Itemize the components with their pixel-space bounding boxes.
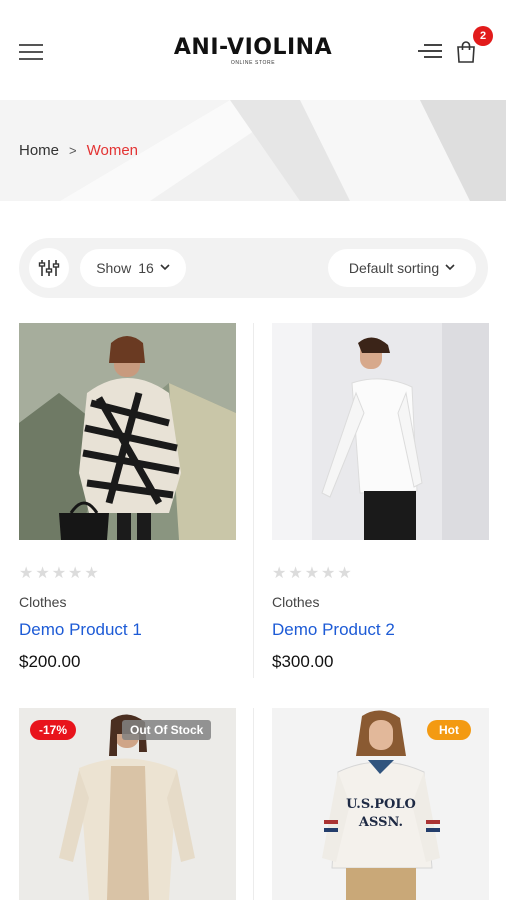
out-of-stock-badge: Out Of Stock: [122, 720, 212, 740]
show-per-page-select[interactable]: Show 16: [80, 249, 186, 287]
product-image[interactable]: -17% Out Of Stock: [19, 708, 236, 900]
svg-text:U.S.POLO: U.S.POLO: [346, 797, 416, 812]
product-card: U.S.POLO ASSN. Hot: [272, 708, 489, 900]
product-category[interactable]: Clothes: [272, 594, 489, 610]
breadcrumb: Home > Women: [19, 142, 138, 159]
product-name-link[interactable]: Demo Product 2: [272, 620, 489, 640]
product-price: $200.00: [19, 652, 81, 671]
product-card: -17% Out Of Stock: [19, 708, 236, 900]
grid-divider: [253, 323, 254, 678]
rating-stars: ★★★★★: [19, 565, 101, 582]
sort-select[interactable]: Default sorting: [328, 249, 476, 287]
product-name-link[interactable]: Demo Product 1: [19, 620, 236, 640]
product-image[interactable]: U.S.POLO ASSN. Hot: [272, 708, 489, 900]
breadcrumb-current: Women: [86, 142, 139, 159]
product-image[interactable]: [272, 323, 489, 540]
sort-label: Default sorting: [348, 260, 440, 276]
product-card: ★★★★★ Clothes Demo Product 1 $200.00: [19, 323, 236, 672]
chevron-right-icon: >: [69, 143, 77, 158]
chevron-down-icon: [160, 263, 170, 274]
product-price: $300.00: [272, 652, 334, 671]
hot-badge: Hot: [427, 720, 471, 740]
show-value: 16: [138, 260, 154, 276]
show-label: Show: [96, 260, 132, 276]
product-card: ★★★★★ Clothes Demo Product 2 $300.00: [272, 323, 489, 672]
sale-badge: -17%: [30, 720, 77, 740]
logo-tagline: ONLINE STORE: [230, 60, 276, 66]
shopping-bag-icon[interactable]: [456, 40, 476, 64]
svg-text:ASSN.: ASSN.: [358, 815, 403, 830]
breadcrumb-home-link[interactable]: Home: [19, 142, 59, 159]
shop-toolbar: Show 16 Default sorting: [19, 238, 488, 298]
filter-button[interactable]: [29, 248, 69, 288]
product-category[interactable]: Clothes: [19, 594, 236, 610]
lines-menu-icon[interactable]: [418, 44, 442, 60]
breadcrumb-banner: Home > Women: [0, 100, 506, 201]
site-header: ANI-VIOLINA ONLINE STORE 2: [0, 0, 506, 100]
sliders-filter-icon: [38, 260, 60, 276]
chevron-down-icon: [445, 263, 455, 274]
rating-stars: ★★★★★: [272, 565, 354, 582]
product-image[interactable]: [19, 323, 236, 540]
grid-divider: [253, 708, 254, 900]
cart-count-badge: 2: [473, 26, 493, 46]
